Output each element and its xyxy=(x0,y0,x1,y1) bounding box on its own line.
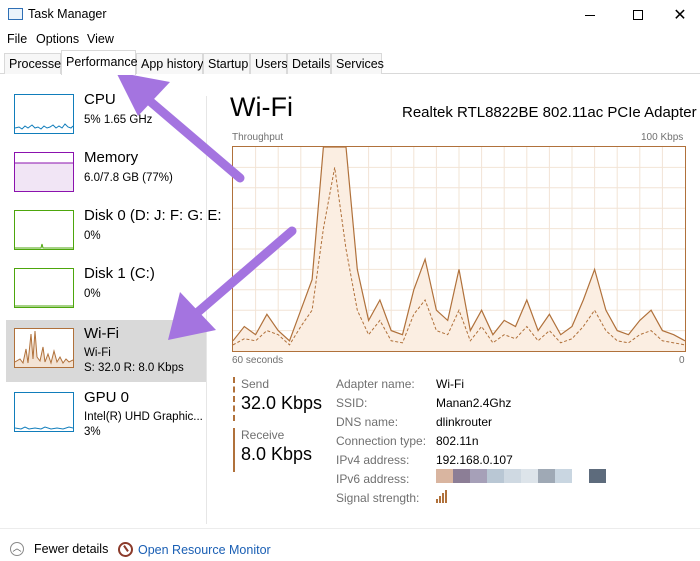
prop-key: SSID: xyxy=(336,396,368,410)
ipv6-redaction-block xyxy=(572,469,589,483)
receive-value: 8.0 Kbps xyxy=(241,444,313,464)
receive-stat: Receive 8.0 Kbps xyxy=(233,428,325,472)
prop-key: DNS name: xyxy=(336,415,399,429)
task-manager-icon xyxy=(8,8,23,20)
chevron-up-icon: ︿ xyxy=(10,542,24,556)
ipv6-redacted-value xyxy=(436,469,606,483)
disk0-thumbnail-graph xyxy=(14,210,74,250)
ipv6-redaction-block xyxy=(453,469,470,483)
gpu-thumbnail-graph xyxy=(14,392,74,432)
window-title: Task Manager xyxy=(28,7,107,21)
open-resource-monitor-link[interactable]: Open Resource Monitor xyxy=(118,542,271,557)
fewer-details-label: Fewer details xyxy=(34,542,109,556)
page-title: Wi-Fi xyxy=(230,92,293,122)
sidebar-item-cpu[interactable]: CPU 5% 1.65 GHz xyxy=(6,86,206,148)
close-icon: ✕ xyxy=(673,5,687,24)
minimize-button[interactable] xyxy=(567,0,613,30)
ipv6-redaction-block xyxy=(538,469,555,483)
sidebar-item-label: CPU xyxy=(84,91,116,108)
sidebar-item-memory[interactable]: Memory 6.0/7.8 GB (77%) xyxy=(6,144,206,206)
resource-monitor-icon xyxy=(118,542,133,557)
disk1-thumbnail-graph xyxy=(14,268,74,308)
fewer-details-button[interactable]: ︿ Fewer details xyxy=(10,542,108,556)
ipv6-redaction-block xyxy=(504,469,521,483)
wifi-thumbnail-graph xyxy=(14,328,74,368)
prop-key: IPv6 address: xyxy=(336,472,410,486)
footer-divider xyxy=(0,528,700,529)
send-value: 32.0 Kbps xyxy=(241,393,323,413)
tab-processes[interactable]: Processes xyxy=(4,53,67,74)
sidebar-item-wifi[interactable]: Wi-Fi Wi-Fi S: 32.0 R: 8.0 Kbps xyxy=(6,320,206,382)
prop-value: 192.168.0.107 xyxy=(436,453,513,467)
sidebar-item-gpu0[interactable]: GPU 0 Intel(R) UHD Graphic... 3% xyxy=(6,384,206,446)
ipv6-redaction-block xyxy=(470,469,487,483)
sidebar-item-detail: 0% xyxy=(84,230,101,242)
ipv6-redaction-block xyxy=(436,469,453,483)
title-bar: Task Manager ✕ xyxy=(0,0,700,30)
tab-strip: Processes Performance App history Startu… xyxy=(0,50,700,75)
maximize-icon xyxy=(633,10,643,20)
ipv6-redaction-block xyxy=(487,469,504,483)
sidebar-item-disk0[interactable]: Disk 0 (D: J: F: G: E: 0% xyxy=(6,202,222,264)
maximize-button[interactable] xyxy=(615,0,661,30)
adapter-name: Realtek RTL8822BE 802.11ac PCIe Adapter xyxy=(402,104,697,121)
prop-key: Adapter name: xyxy=(336,377,415,391)
sidebar-item-label: Disk 0 (D: J: F: G: E: xyxy=(84,207,222,224)
sidebar-item-detail: Wi-Fi xyxy=(84,347,111,359)
throughput-graph xyxy=(232,146,686,352)
tab-users[interactable]: Users xyxy=(250,53,288,74)
graph-label-zero: 0 xyxy=(679,355,685,366)
tab-performance[interactable]: Performance xyxy=(61,50,138,75)
sidebar-item-label: Memory xyxy=(84,149,139,166)
prop-value: Manan2.4Ghz xyxy=(436,396,512,410)
prop-value: 802.11n xyxy=(436,434,479,448)
tab-services[interactable]: Services xyxy=(331,53,384,74)
sidebar-item-detail: 6.0/7.8 GB (77%) xyxy=(84,172,173,184)
prop-value: Wi-Fi xyxy=(436,377,464,391)
cpu-thumbnail-graph xyxy=(14,94,74,134)
ipv6-redaction-block xyxy=(589,469,606,483)
sidebar-item-label: Wi-Fi xyxy=(84,325,119,342)
tab-app-history[interactable]: App history xyxy=(136,53,204,74)
tab-details[interactable]: Details xyxy=(287,53,331,74)
send-label: Send xyxy=(241,377,270,391)
menu-file[interactable]: File xyxy=(7,32,27,46)
graph-label-throughput: Throughput xyxy=(232,132,284,143)
throughput-graph-svg xyxy=(233,147,685,351)
menu-bar: File Options View xyxy=(0,30,700,50)
sidebar-item-label: Disk 1 (C:) xyxy=(84,265,155,282)
menu-options[interactable]: Options xyxy=(36,32,79,46)
minimize-icon xyxy=(585,14,595,16)
prop-value: dlinkrouter xyxy=(436,415,493,429)
ipv6-redaction-block xyxy=(521,469,538,483)
memory-thumbnail-graph xyxy=(14,152,74,192)
receive-label: Receive xyxy=(241,428,285,442)
sidebar-item-detail: Intel(R) UHD Graphic... xyxy=(84,411,203,423)
sidebar-item-usage: 3% xyxy=(84,426,101,438)
send-stat: Send 32.0 Kbps xyxy=(233,377,325,421)
prop-key: Signal strength: xyxy=(336,491,420,505)
menu-view[interactable]: View xyxy=(87,32,114,46)
sidebar-item-detail: 0% xyxy=(84,288,101,300)
sidebar-item-label: GPU 0 xyxy=(84,389,130,406)
sidebar-item-detail: 5% 1.65 GHz xyxy=(84,114,153,126)
sidebar-item-disk1[interactable]: Disk 1 (C:) 0% xyxy=(6,260,206,322)
panel-divider xyxy=(206,96,207,524)
ipv6-redaction-block xyxy=(555,469,572,483)
tab-startup[interactable]: Startup xyxy=(203,53,250,74)
open-resource-monitor-label: Open Resource Monitor xyxy=(138,542,271,557)
graph-label-time-span: 60 seconds xyxy=(232,355,284,366)
signal-strength-icon xyxy=(436,489,450,503)
sidebar-item-throughput: S: 32.0 R: 8.0 Kbps xyxy=(84,362,184,374)
graph-label-max: 100 Kbps xyxy=(641,132,684,143)
performance-sidebar: CPU 5% 1.65 GHz Memory 6.0/7.8 GB (77%) … xyxy=(0,76,222,520)
close-button[interactable]: ✕ xyxy=(657,0,700,30)
prop-key: Connection type: xyxy=(336,434,427,448)
prop-key: IPv4 address: xyxy=(336,453,410,467)
